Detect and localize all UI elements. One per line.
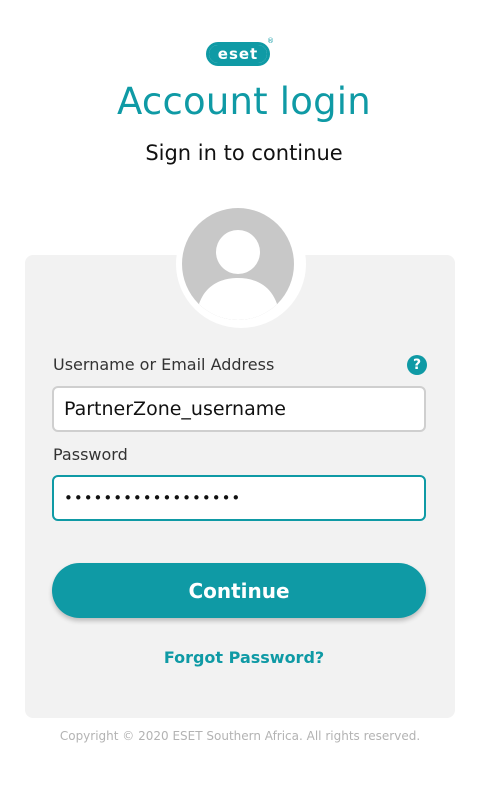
avatar-frame [176,200,306,328]
continue-button[interactable]: Continue [52,563,426,618]
username-field[interactable] [52,386,426,432]
page-title: Account login [117,80,371,123]
copyright-text: Copyright © 2020 ESET Southern Africa. A… [59,729,421,743]
user-silhouette-icon [196,230,280,320]
forgot-password-link[interactable]: Forgot Password? [164,648,324,667]
eset-logo: eset ® [206,37,274,66]
forgot-password-row: Forgot Password? [0,648,488,667]
help-icon[interactable]: ? [407,355,427,375]
logo-text: eset [209,45,267,63]
username-label: Username or Email Address [53,355,275,374]
logo-pill: eset [206,42,270,66]
password-label: Password [53,445,128,464]
login-page: eset ® Account login Sign in to continue… [0,0,488,785]
avatar [182,208,294,320]
password-field[interactable] [52,475,426,521]
page-subtitle: Sign in to continue [145,141,343,165]
registered-mark: ® [267,37,274,45]
